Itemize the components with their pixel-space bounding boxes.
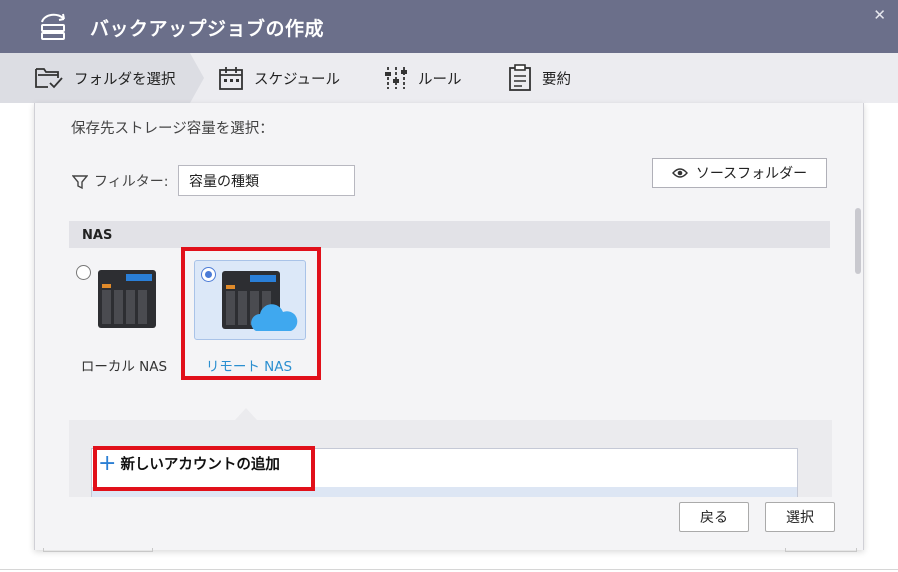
step-label: 要約 — [542, 71, 571, 88]
wizard-steps: フォルダを選択 スケジュール ルール 要約 — [0, 53, 898, 103]
background-window-edge — [785, 548, 857, 552]
select-button[interactable]: 選択 — [765, 502, 835, 532]
dialog-footer: 戻る 選択 — [35, 497, 863, 550]
filter-label: フィルター: — [94, 174, 169, 190]
step-label: スケジュール — [254, 71, 340, 88]
section-header-nas: NAS — [69, 221, 830, 248]
backup-app-icon — [36, 12, 72, 42]
step-rules[interactable]: ルール — [384, 53, 462, 103]
step-label: フォルダを選択 — [74, 71, 176, 88]
dialog-body: 保存先ストレージ容量を選択： フィルター: ソースフォルダー NAS ローカル … — [34, 103, 864, 550]
calendar-icon — [219, 67, 243, 90]
nas-label-local: ローカル NAS — [80, 359, 168, 375]
step-select-folder[interactable]: フォルダを選択 — [0, 53, 190, 103]
window-title: バックアップジョブの作成 — [90, 18, 325, 40]
filter-icon — [72, 175, 88, 190]
prompt-text: 保存先ストレージ容量を選択： — [71, 121, 274, 137]
nas-option-remote[interactable] — [194, 260, 306, 340]
folder-check-icon — [35, 68, 63, 89]
nas-label-remote: リモート NAS — [205, 359, 293, 375]
source-folder-label: ソースフォルダー — [695, 166, 808, 182]
close-icon[interactable]: ✕ — [873, 6, 886, 24]
scrollbar-thumb[interactable] — [855, 208, 861, 274]
step-schedule[interactable]: スケジュール — [218, 53, 340, 103]
eye-icon — [671, 168, 688, 178]
radio-remote-nas[interactable] — [201, 267, 216, 282]
nas-option-local[interactable] — [79, 261, 191, 341]
background-window-edge — [43, 548, 153, 552]
clipboard-icon — [509, 64, 531, 91]
nas-cloud-icon — [222, 271, 298, 331]
nas-device-icon — [98, 270, 156, 328]
add-account-button[interactable]: + 新しいアカウントの追加 — [98, 450, 280, 476]
selection-pointer — [235, 408, 257, 420]
plus-icon: + — [98, 450, 117, 476]
back-button[interactable]: 戻る — [679, 502, 749, 532]
step-summary[interactable]: 要約 — [508, 53, 571, 103]
sliders-icon — [385, 67, 407, 89]
title-bar: バックアップジョブの作成 ✕ — [0, 0, 898, 53]
divider — [0, 569, 898, 570]
filter-input[interactable] — [178, 165, 355, 196]
source-folder-button[interactable]: ソースフォルダー — [652, 158, 827, 188]
step-arrow — [190, 53, 204, 103]
step-label: ルール — [418, 71, 462, 88]
add-account-label: 新しいアカウントの追加 — [120, 457, 280, 473]
